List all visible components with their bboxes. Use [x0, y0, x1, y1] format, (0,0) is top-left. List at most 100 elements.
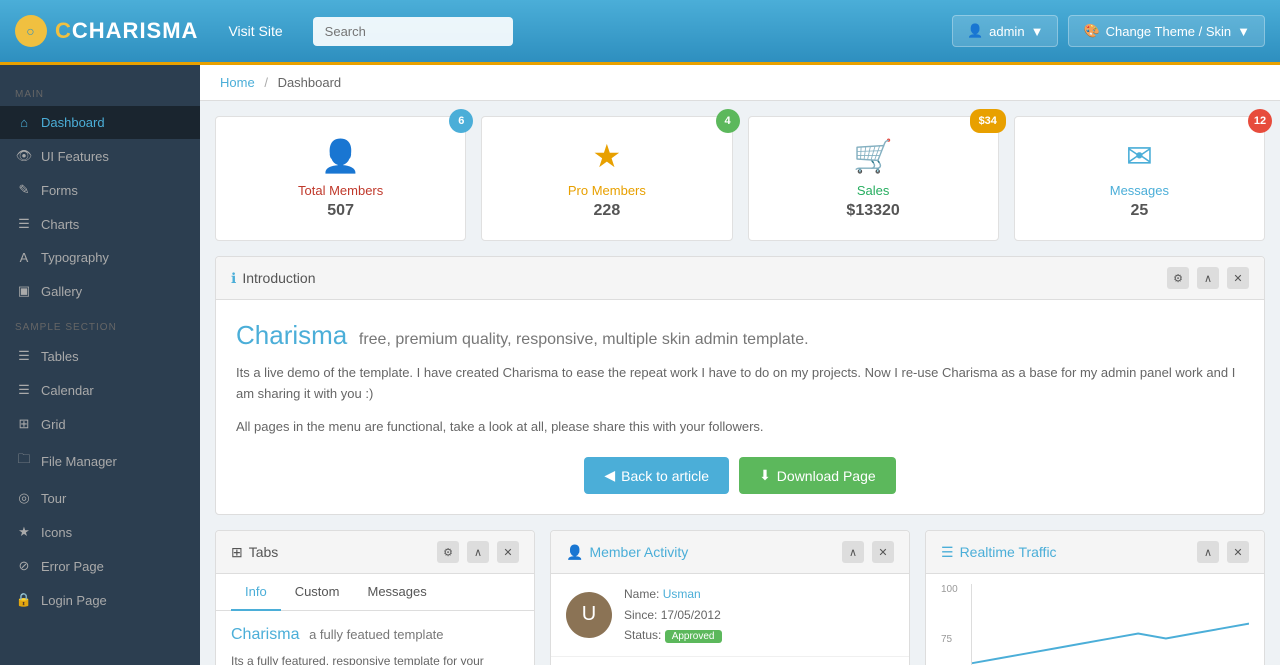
- sidebar-item-label: Tour: [41, 491, 66, 506]
- sidebar-item-tables[interactable]: ☰ Tables: [0, 339, 200, 373]
- gallery-icon: ▣: [15, 283, 33, 299]
- sidebar-item-calendar[interactable]: ☰ Calendar: [0, 373, 200, 407]
- theme-button[interactable]: 🎨 Change Theme / Skin ▼: [1068, 15, 1265, 47]
- download-page-button[interactable]: ⬇ Download Page: [739, 457, 896, 494]
- sidebar-item-label: Forms: [41, 183, 78, 198]
- intro-desc2: All pages in the menu are functional, ta…: [236, 417, 1244, 438]
- tab-charisma-title: Charisma: [231, 626, 299, 643]
- breadcrumb-current: Dashboard: [278, 75, 342, 90]
- settings-btn-tabs[interactable]: ⚙: [437, 541, 459, 563]
- stat-card-sales: $34 🛒 Sales $13320: [748, 116, 999, 241]
- sidebar-item-login[interactable]: 🔒 Login Page: [0, 583, 200, 617]
- sidebar-item-icons[interactable]: ★ Icons: [0, 515, 200, 549]
- member-activity-controls: ∧ ✕: [842, 541, 894, 563]
- collapse-btn-member[interactable]: ∧: [842, 541, 864, 563]
- search-input[interactable]: [313, 17, 513, 46]
- member-name-1: Usman: [663, 587, 701, 601]
- sidebar-item-gallery[interactable]: ▣ Gallery: [0, 274, 200, 308]
- member-info-1: Name: Usman Since: 17/05/2012 Status: Ap…: [624, 584, 894, 645]
- tab-charisma-subtitle: a fully featued template: [309, 627, 443, 642]
- tabs-widget-title: ⊞ Tabs: [231, 544, 278, 561]
- sidebar-item-tour[interactable]: ◎ Tour: [0, 481, 200, 515]
- sidebar-item-label: Dashboard: [41, 115, 105, 130]
- member-entry-2: S Name: Sheikh Heera: [551, 657, 909, 665]
- tab-messages[interactable]: Messages: [353, 574, 440, 611]
- stat-value-sales: $13320: [764, 202, 983, 220]
- tab-custom[interactable]: Custom: [281, 574, 354, 611]
- member-activity-title: 👤 Member Activity: [566, 544, 688, 561]
- breadcrumb-home[interactable]: Home: [220, 75, 255, 90]
- sales-icon: 🛒: [764, 137, 983, 175]
- member-activity-header: 👤 Member Activity ∧ ✕: [551, 531, 909, 574]
- introduction-widget-body: Charisma free, premium quality, responsi…: [216, 300, 1264, 514]
- sidebar-item-label: Error Page: [41, 559, 104, 574]
- sidebar-item-label: Calendar: [41, 383, 94, 398]
- stat-label-members: Total Members: [231, 183, 450, 198]
- stat-card-members: 6 👤 Total Members 507: [215, 116, 466, 241]
- member-status-1: Approved: [665, 630, 722, 643]
- sidebar-item-label: Tables: [41, 349, 79, 364]
- navbar: ○ CCharisma Visit Site 👤 admin ▼ 🎨 Chang…: [0, 0, 1280, 65]
- close-btn-member[interactable]: ✕: [872, 541, 894, 563]
- collapse-btn-tabs[interactable]: ∧: [467, 541, 489, 563]
- sidebar-item-label: Icons: [41, 525, 72, 540]
- close-btn-traffic[interactable]: ✕: [1227, 541, 1249, 563]
- caret-icon: ▼: [1031, 24, 1044, 39]
- dashboard-icon: ⌂: [15, 115, 33, 130]
- messages-icon: ✉: [1030, 137, 1249, 175]
- sidebar: MAIN ⌂ Dashboard 👁 UI Features ✎ Forms ☰…: [0, 65, 200, 665]
- members-icon: 👤: [231, 137, 450, 175]
- collapse-btn-intro[interactable]: ∧: [1197, 267, 1219, 289]
- breadcrumb: Home / Dashboard: [200, 65, 1280, 101]
- sidebar-item-label: Gallery: [41, 284, 82, 299]
- collapse-btn-traffic[interactable]: ∧: [1197, 541, 1219, 563]
- tables-icon: ☰: [15, 348, 33, 364]
- tabs-widget-header: ⊞ Tabs ⚙ ∧ ✕: [216, 531, 534, 574]
- visit-site-link[interactable]: Visit Site: [218, 18, 292, 44]
- paint-icon: 🎨: [1083, 23, 1099, 39]
- back-to-article-button[interactable]: ◀ Back to article: [584, 457, 729, 494]
- stat-badge-messages: 12: [1248, 109, 1272, 133]
- star-icon: ★: [15, 524, 33, 540]
- sidebar-item-label: UI Features: [41, 149, 109, 164]
- sidebar-section-main: MAIN: [0, 75, 200, 106]
- main-content: Home / Dashboard 6 👤 Total Members 507 4…: [200, 65, 1280, 665]
- traffic-icon: ☰: [941, 544, 954, 561]
- sidebar-item-grid[interactable]: ⊞ Grid: [0, 407, 200, 441]
- sidebar-item-forms[interactable]: ✎ Forms: [0, 173, 200, 207]
- intro-subtitle: free, premium quality, responsive, multi…: [359, 331, 809, 348]
- sidebar-item-label: Charts: [41, 217, 79, 232]
- sidebar-item-file-manager[interactable]: 🗀 File Manager: [0, 441, 200, 481]
- member-entry: U Name: Usman Since: 17/05/2012 Status: …: [551, 574, 909, 656]
- member-since-1: 17/05/2012: [661, 608, 721, 622]
- sidebar-item-charts[interactable]: ☰ Charts: [0, 207, 200, 241]
- sidebar-item-ui-features[interactable]: 👁 UI Features: [0, 139, 200, 173]
- close-btn-intro[interactable]: ✕: [1227, 267, 1249, 289]
- caret-icon-2: ▼: [1237, 24, 1250, 39]
- pro-icon: ★: [497, 137, 716, 175]
- introduction-widget: ℹ Introduction ⚙ ∧ ✕ Charisma free, prem…: [215, 256, 1265, 515]
- intro-buttons: ◀ Back to article ⬇ Download Page: [236, 457, 1244, 494]
- traffic-widget-controls: ∧ ✕: [1197, 541, 1249, 563]
- brand-logo: ○ CCharisma: [15, 15, 198, 47]
- tour-icon: ◎: [15, 490, 33, 506]
- edit-icon: ✎: [15, 182, 33, 198]
- settings-btn-intro[interactable]: ⚙: [1167, 267, 1189, 289]
- search-box: [313, 17, 513, 46]
- tabs-widget-controls: ⚙ ∧ ✕: [437, 541, 519, 563]
- sidebar-item-dashboard[interactable]: ⌂ Dashboard: [0, 106, 200, 139]
- stat-value-pro: 228: [497, 202, 716, 220]
- grid-icon: ⊞: [15, 416, 33, 432]
- lock-icon: 🔒: [15, 592, 33, 608]
- sidebar-item-label: File Manager: [41, 454, 117, 469]
- admin-button[interactable]: 👤 admin ▼: [952, 15, 1058, 47]
- chart-y-labels: 100 75 50: [941, 584, 966, 665]
- close-btn-tabs[interactable]: ✕: [497, 541, 519, 563]
- sidebar-item-typography[interactable]: A Typography: [0, 241, 200, 274]
- sidebar-item-error[interactable]: ⊘ Error Page: [0, 549, 200, 583]
- arrow-left-icon: ◀: [604, 467, 615, 484]
- introduction-widget-title: ℹ Introduction: [231, 270, 316, 287]
- folder-icon: 🗀: [15, 450, 33, 472]
- calendar-icon: ☰: [15, 382, 33, 398]
- tab-info[interactable]: Info: [231, 574, 281, 611]
